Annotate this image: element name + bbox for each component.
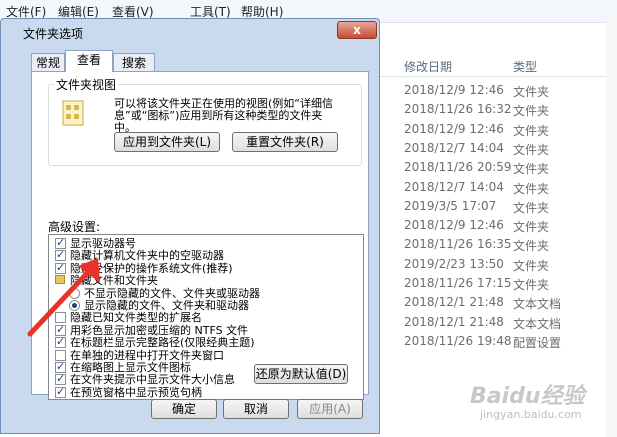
watermark-url: jingyan.baidu.com <box>480 408 582 421</box>
file-row[interactable]: 2018/11/26 19:48 配置设置 <box>380 331 606 351</box>
folder-icon <box>55 275 65 285</box>
file-type: 文件夹 <box>513 123 550 138</box>
setting-checkbox[interactable] <box>55 312 66 324</box>
setting-radio[interactable] <box>69 287 80 299</box>
file-row[interactable]: 2018/12/9 12:46 文件夹 <box>380 215 606 235</box>
advanced-settings-label: 高级设置: <box>48 220 101 234</box>
setting-checkbox[interactable] <box>55 335 66 349</box>
file-modified-date: 2018/12/9 12:46 <box>404 218 504 233</box>
file-type: 文本文档 <box>513 297 562 312</box>
file-type: 文件夹 <box>513 142 550 157</box>
file-list-header: 修改日期 类型 <box>380 52 617 77</box>
file-row[interactable]: 2018/11/26 20:59 文件夹 <box>380 157 606 177</box>
setting-checkbox[interactable] <box>55 385 66 399</box>
setting-label: 在预览窗格中显示预览句柄 <box>70 385 202 399</box>
tab-general[interactable]: 常规 <box>31 53 65 71</box>
dialog-title: 文件夹选项 <box>23 27 84 41</box>
setting-checkbox[interactable] <box>55 323 66 337</box>
file-modified-date: 2018/11/26 20:59 <box>404 160 512 175</box>
file-row[interactable]: 2018/12/9 12:46 文件夹 <box>380 80 606 100</box>
file-row[interactable]: 2018/12/1 21:48 文本文档 <box>380 292 606 312</box>
setting-checkbox[interactable] <box>55 261 66 275</box>
apply-to-folders-button[interactable]: 应用到文件夹(L) <box>114 132 220 152</box>
setting-radio[interactable] <box>69 300 80 311</box>
setting-checkbox[interactable] <box>55 248 66 262</box>
folder-options-dialog: 文件夹选项 x 常规 查看 搜索 文件夹视图 可以将该文件夹正在使用的视图(例如… <box>0 18 380 434</box>
column-header-date[interactable]: 修改日期 <box>404 58 452 75</box>
tab-view[interactable]: 查看 <box>65 50 113 72</box>
explorer-scrollbar[interactable] <box>606 22 617 437</box>
setting-checkbox[interactable] <box>55 236 66 250</box>
file-row[interactable]: 2018/11/26 17:15 文件夹 <box>380 273 606 293</box>
ok-button[interactable]: 确定 <box>151 399 217 419</box>
file-modified-date: 2018/11/26 16:32 <box>404 102 512 117</box>
file-modified-date: 2018/11/26 17:15 <box>404 276 512 290</box>
restore-defaults-button[interactable]: 还原为默认值(D) <box>254 364 348 384</box>
file-type: 文件夹 <box>513 104 550 119</box>
file-row[interactable]: 2018/12/9 12:46 文件夹 <box>380 119 606 139</box>
view-tab-panel: 文件夹视图 可以将该文件夹正在使用的视图(例如“详细信息”或“图标”)应用到所有… <box>31 71 369 400</box>
file-modified-date: 2018/12/7 14:04 <box>404 179 504 194</box>
file-row[interactable]: 2018/11/26 16:35 文件夹 <box>380 234 606 254</box>
file-type: 文件夹 <box>513 162 550 177</box>
file-row[interactable]: 2018/11/26 16:32 文件夹 <box>380 99 606 119</box>
watermark: Baidu经验 jingyan.baidu.com <box>470 378 610 428</box>
watermark-logo: Baidu经验 <box>470 384 585 409</box>
advanced-settings-scrollbar[interactable]: ▲ ▼ <box>363 235 364 399</box>
file-type: 文件夹 <box>513 200 550 215</box>
file-type: 配置设置 <box>513 335 562 350</box>
file-modified-date: 2018/12/9 12:46 <box>404 121 504 136</box>
file-row[interactable]: 2018/12/1 21:48 文本文档 <box>380 312 606 332</box>
setting-checkbox[interactable] <box>55 372 66 386</box>
column-header-type[interactable]: 类型 <box>513 58 537 75</box>
file-type: 文件夹 <box>513 258 550 273</box>
file-type: 文件夹 <box>513 278 550 292</box>
apply-button[interactable]: 应用(A) <box>297 399 363 419</box>
file-row[interactable]: 2019/2/23 13:50 文件夹 <box>380 254 606 274</box>
setting-checkbox[interactable] <box>55 360 66 374</box>
file-modified-date: 2018/11/26 16:35 <box>404 237 512 252</box>
file-modified-date: 2019/2/23 13:50 <box>404 256 504 271</box>
file-type: 文件夹 <box>513 181 550 196</box>
file-modified-date: 2018/12/1 21:48 <box>404 295 504 310</box>
file-type: 文本文档 <box>513 316 562 331</box>
folder-views-description: 可以将该文件夹正在使用的视图(例如“详细信息”或“图标”)应用到所有这种类型的文… <box>114 97 333 134</box>
file-row[interactable]: 2019/3/5 17:07 文件夹 <box>380 196 606 216</box>
file-type: 文件夹 <box>513 85 550 99</box>
cancel-button[interactable]: 取消 <box>223 399 289 419</box>
file-modified-date: 2018/12/7 14:04 <box>404 140 504 155</box>
folder-views-label: 文件夹视图 <box>54 76 119 93</box>
close-button[interactable]: x <box>337 21 377 39</box>
dialog-titlebar[interactable]: 文件夹选项 x <box>1 19 379 43</box>
file-modified-date: 2018/11/26 19:48 <box>404 333 512 348</box>
file-type: 文件夹 <box>513 220 550 235</box>
file-row[interactable]: 2018/12/7 14:04 文件夹 <box>380 177 606 197</box>
file-type: 文件夹 <box>513 239 550 254</box>
setting-checkbox[interactable] <box>55 349 66 361</box>
tab-search[interactable]: 搜索 <box>113 53 155 71</box>
file-row[interactable]: 2018/12/7 14:04 文件夹 <box>380 138 606 158</box>
file-modified-date: 2019/3/5 17:07 <box>404 198 497 213</box>
file-modified-date: 2018/12/1 21:48 <box>404 314 504 329</box>
file-modified-date: 2018/12/9 12:46 <box>404 83 504 97</box>
reset-folders-button[interactable]: 重置文件夹(R) <box>232 132 338 152</box>
folder-view-icon <box>62 100 84 126</box>
